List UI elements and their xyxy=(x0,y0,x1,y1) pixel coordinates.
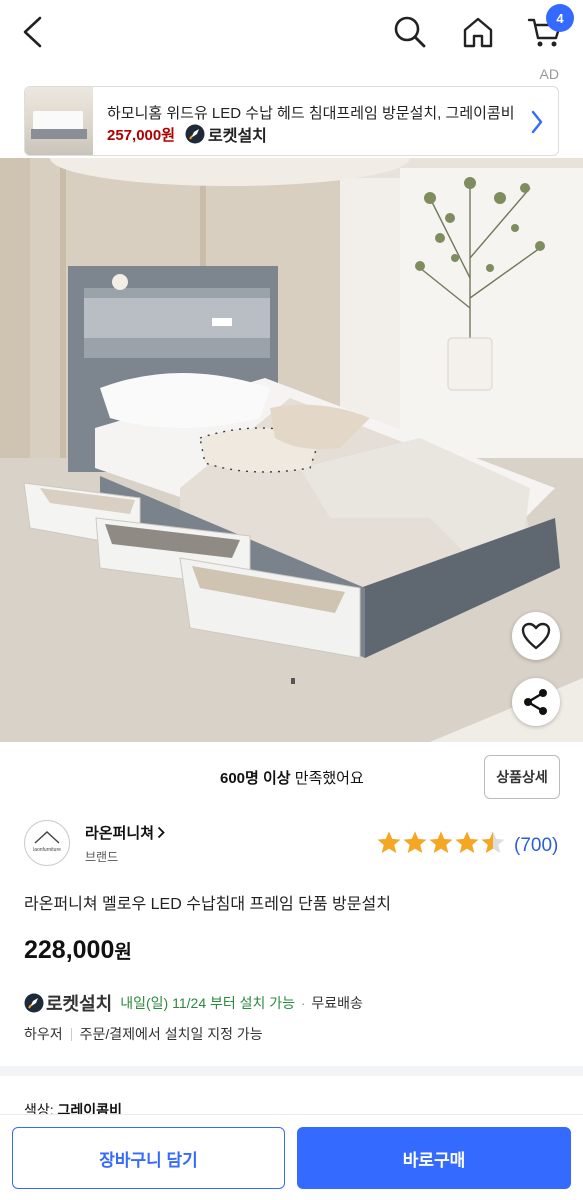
shipping-sub-info: 하우저 주문/결제에서 설치일 지정 가능 xyxy=(24,1024,263,1044)
product-detail-button[interactable]: 상품상세 xyxy=(484,755,560,799)
satisfaction-row: 600명 이상 만족했어요 상품상세 xyxy=(0,755,583,799)
rocket-icon xyxy=(24,993,44,1013)
star-icon xyxy=(481,831,505,853)
rating-summary[interactable]: (700) xyxy=(376,830,558,861)
star-icon xyxy=(429,831,453,853)
ad-banner[interactable]: 하모니홈 위드유 LED 수납 헤드 침대프레임 방문설치, 그레이콤비 257… xyxy=(24,86,559,156)
satisfaction-count: 600명 이상 xyxy=(220,770,291,787)
star-icon xyxy=(403,831,427,853)
brand-name: 라온퍼니쳐 xyxy=(85,825,155,842)
ad-label: AD xyxy=(539,66,559,82)
star-icon xyxy=(455,831,479,853)
carrier-name: 하우저 xyxy=(24,1026,63,1042)
ad-title: 하모니홈 위드유 LED 수납 헤드 침대프레임 방문설치, 그레이콤비 xyxy=(107,105,515,122)
product-title: 라온퍼니쳐 멜로우 LED 수납침대 프레임 단품 방문설치 xyxy=(24,896,391,913)
star-icon xyxy=(377,831,401,853)
product-price: 228,000원 xyxy=(24,936,132,965)
brand-sub-label: 브랜드 xyxy=(85,850,119,864)
buy-now-button[interactable]: 바로구매 xyxy=(297,1127,571,1189)
chevron-right-icon xyxy=(157,826,165,839)
star-rating xyxy=(376,830,506,861)
divider xyxy=(70,1027,72,1041)
ad-rocket-install: 로켓설치 xyxy=(185,122,267,146)
chevron-right-icon[interactable] xyxy=(530,109,544,140)
satisfaction-suffix: 만족했어요 xyxy=(290,770,364,787)
search-icon[interactable] xyxy=(390,12,430,52)
section-divider xyxy=(0,1066,583,1076)
wishlist-heart-icon[interactable] xyxy=(512,612,560,660)
ad-price: 257,000원 xyxy=(107,127,176,144)
back-icon[interactable] xyxy=(12,12,52,52)
share-icon[interactable] xyxy=(512,678,560,726)
home-icon[interactable] xyxy=(458,12,498,52)
ad-thumbnail xyxy=(25,87,93,155)
ad-rocket-label: 로켓설치 xyxy=(208,128,267,145)
price-value: 228,000 xyxy=(24,936,115,964)
price-currency: 원 xyxy=(114,942,132,963)
satisfaction-text: 600명 이상 만족했어요 xyxy=(220,767,364,788)
rocket-install-label: 로켓설치 xyxy=(46,994,113,1014)
install-date: 내일(일) 11/24 부터 설치 가능 xyxy=(120,995,296,1011)
bottom-action-bar: 장바구니 담기 바로구매 xyxy=(0,1114,583,1200)
install-note: 주문/결제에서 설치일 지정 가능 xyxy=(79,1026,263,1042)
add-to-cart-button[interactable]: 장바구니 담기 xyxy=(12,1127,285,1189)
free-shipping: 무료배송 xyxy=(311,995,363,1011)
shipping-info: 로켓설치 내일(일) 11/24 부터 설치 가능 · 무료배송 xyxy=(24,990,363,1016)
brand-logo-text: laonfurniture xyxy=(33,847,61,853)
cart-count-badge: 4 xyxy=(546,4,574,32)
brand-name-link[interactable]: 라온퍼니쳐 xyxy=(85,822,165,843)
separator-dot: · xyxy=(301,995,306,1011)
brand-logo[interactable]: laonfurniture xyxy=(24,820,70,866)
rocket-icon xyxy=(185,124,205,144)
top-bar: 4 xyxy=(0,0,583,64)
review-count: (700) xyxy=(514,834,559,856)
product-image[interactable] xyxy=(0,158,583,742)
